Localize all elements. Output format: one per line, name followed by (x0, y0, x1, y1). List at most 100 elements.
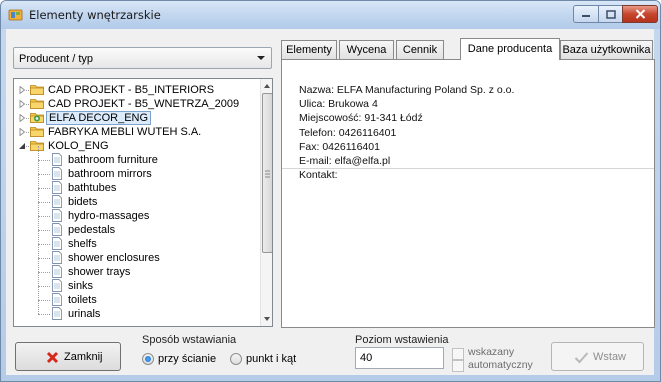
close-button-label: Zamknij (64, 351, 103, 363)
collapse-icon[interactable] (19, 142, 26, 150)
tree-item-label: KOLO_ENG (48, 140, 109, 152)
tree-folder-item[interactable]: CAD PROJEKT - B5_INTERIORS (14, 83, 258, 97)
level-caption: Poziom wstawienia (355, 334, 449, 346)
expand-icon[interactable] (19, 128, 26, 136)
window-title: Elementy wnętrzarskie (29, 8, 161, 22)
document-icon (52, 167, 62, 180)
tree-category-item[interactable]: hydro-massages (14, 202, 258, 223)
tree-item-label: sinks (68, 280, 94, 292)
close-icon (635, 9, 645, 19)
tree-item-label: toilets (68, 294, 97, 306)
radio-punkt-i-kat[interactable] (230, 353, 242, 365)
insert-mode-caption: Sposób wstawiania (142, 334, 237, 346)
close-button[interactable]: Zamknij (15, 342, 121, 371)
auto-checkbox-1[interactable] (452, 348, 464, 360)
level-input[interactable]: 40 (355, 347, 444, 369)
tree-connector (38, 300, 50, 301)
tree-connector (38, 188, 39, 202)
title-bar[interactable]: Elementy wnętrzarskie (1, 1, 660, 29)
document-icon (52, 223, 62, 236)
document-icon (52, 293, 62, 306)
folder-icon (30, 85, 44, 95)
minimize-button[interactable] (573, 5, 599, 23)
tab-cennik[interactable]: Cennik (396, 40, 444, 59)
tree-item-label: bathroom mirrors (68, 168, 152, 180)
filter-dropdown-value: Producent / typ (19, 53, 93, 65)
tree-folder-item[interactable]: ELFA DECOR_ENG (14, 111, 258, 125)
tree-category-item[interactable]: shower enclosures (14, 244, 258, 265)
tree-item-label: CAD PROJEKT - B5_WNETRZA_2009 (48, 98, 240, 110)
producer-tree[interactable]: CAD PROJEKT - B5_INTERIORS CAD PROJEKT - … (13, 78, 273, 327)
tree-item-label: bathroom furniture (68, 154, 158, 166)
tree-item-label: urinals (68, 308, 101, 320)
tab-wycena[interactable]: Wycena (339, 40, 394, 59)
filter-dropdown[interactable]: Producent / typ (13, 47, 272, 69)
tree-category-item[interactable]: urinals (14, 300, 258, 321)
grip-icon (265, 170, 270, 178)
chevron-down-icon (257, 56, 265, 60)
expand-icon[interactable] (19, 86, 26, 94)
app-icon (8, 9, 23, 21)
tree-folder-item[interactable]: KOLO_ENG (14, 139, 258, 153)
tree-connector (38, 146, 39, 160)
scroll-up-icon[interactable] (264, 84, 270, 88)
tree-category-item[interactable]: shelfs (14, 230, 258, 251)
auto-label-1: wskazany (468, 346, 515, 358)
tree-connector (38, 202, 39, 216)
tree-connector (38, 314, 50, 315)
tree-connector (38, 244, 50, 245)
tree-category-item[interactable]: shower trays (14, 258, 258, 279)
auto-checkbox-2[interactable] (452, 360, 464, 372)
tree-connector (38, 244, 39, 258)
checkmark-icon (574, 352, 589, 364)
radio-punkt-i-kat-label[interactable]: punkt i kąt (246, 353, 296, 365)
tree-category-item[interactable]: bathtubes (14, 174, 258, 195)
scroll-down-icon[interactable] (264, 317, 270, 321)
tree-item-label: shower trays (68, 266, 131, 278)
tree-connector (38, 230, 50, 231)
tab-baza-uzytkownika[interactable]: Baza użytkownika (560, 40, 653, 59)
tree-category-item[interactable]: bathroom furniture (14, 146, 258, 167)
tree-connector (38, 286, 39, 300)
expand-icon[interactable] (19, 100, 26, 108)
maximize-icon (605, 9, 616, 19)
tree-category-item[interactable]: toilets (14, 286, 258, 307)
tree-connector (38, 188, 50, 189)
tree-connector (38, 286, 50, 287)
tree-content: CAD PROJEKT - B5_INTERIORS CAD PROJEKT - … (14, 83, 258, 321)
scrollbar-thumb[interactable] (262, 93, 272, 253)
radio-przy-scianie-label[interactable]: przy ścianie (158, 353, 216, 365)
tree-item-label: shower enclosures (68, 252, 160, 264)
tree-category-item[interactable]: bathroom mirrors (14, 160, 258, 181)
tab-bar: Elementy Wycena Cennik Dane producenta B… (281, 38, 653, 60)
producer-street: Ulica: Brukowa 4 (299, 98, 378, 111)
folder-icon (30, 127, 44, 137)
producer-contact: Kontakt: (299, 169, 338, 182)
tree-folder-item[interactable]: FABRYKA MEBLI WUTEH S.A. (14, 125, 258, 139)
tree-category-item[interactable]: bidets (14, 188, 258, 209)
tree-category-item[interactable]: pedestals (14, 216, 258, 237)
insert-button-label: Wstaw (593, 351, 626, 363)
document-icon (52, 279, 62, 292)
tree-connector (38, 174, 39, 188)
tab-elementy[interactable]: Elementy (281, 40, 337, 59)
producer-details-panel: Nazwa: ELFA Manufacturing Poland Sp. z o… (281, 59, 655, 328)
expand-icon[interactable] (19, 114, 26, 122)
insert-button[interactable]: Wstaw (551, 342, 644, 371)
tree-connector (38, 272, 39, 286)
close-x-icon (46, 351, 59, 364)
radio-przy-scianie[interactable] (142, 353, 154, 365)
tree-category-item[interactable]: sinks (14, 272, 258, 293)
folder-icon (30, 141, 44, 151)
tree-folder-item[interactable]: CAD PROJEKT - B5_WNETRZA_2009 (14, 97, 258, 111)
tab-dane-producenta[interactable]: Dane producenta (460, 38, 560, 60)
tree-connector (38, 160, 39, 174)
tree-connector (38, 160, 50, 161)
maximize-button[interactable] (598, 5, 623, 23)
tree-item-label: shelfs (68, 238, 97, 250)
tree-item-label: hydro-massages (68, 210, 150, 222)
footer-bar: Zamknij Sposób wstawiania przy ścianie p… (6, 330, 654, 376)
tree-connector (38, 300, 39, 314)
tree-scrollbar[interactable] (260, 79, 272, 326)
window-close-button[interactable] (622, 5, 658, 23)
